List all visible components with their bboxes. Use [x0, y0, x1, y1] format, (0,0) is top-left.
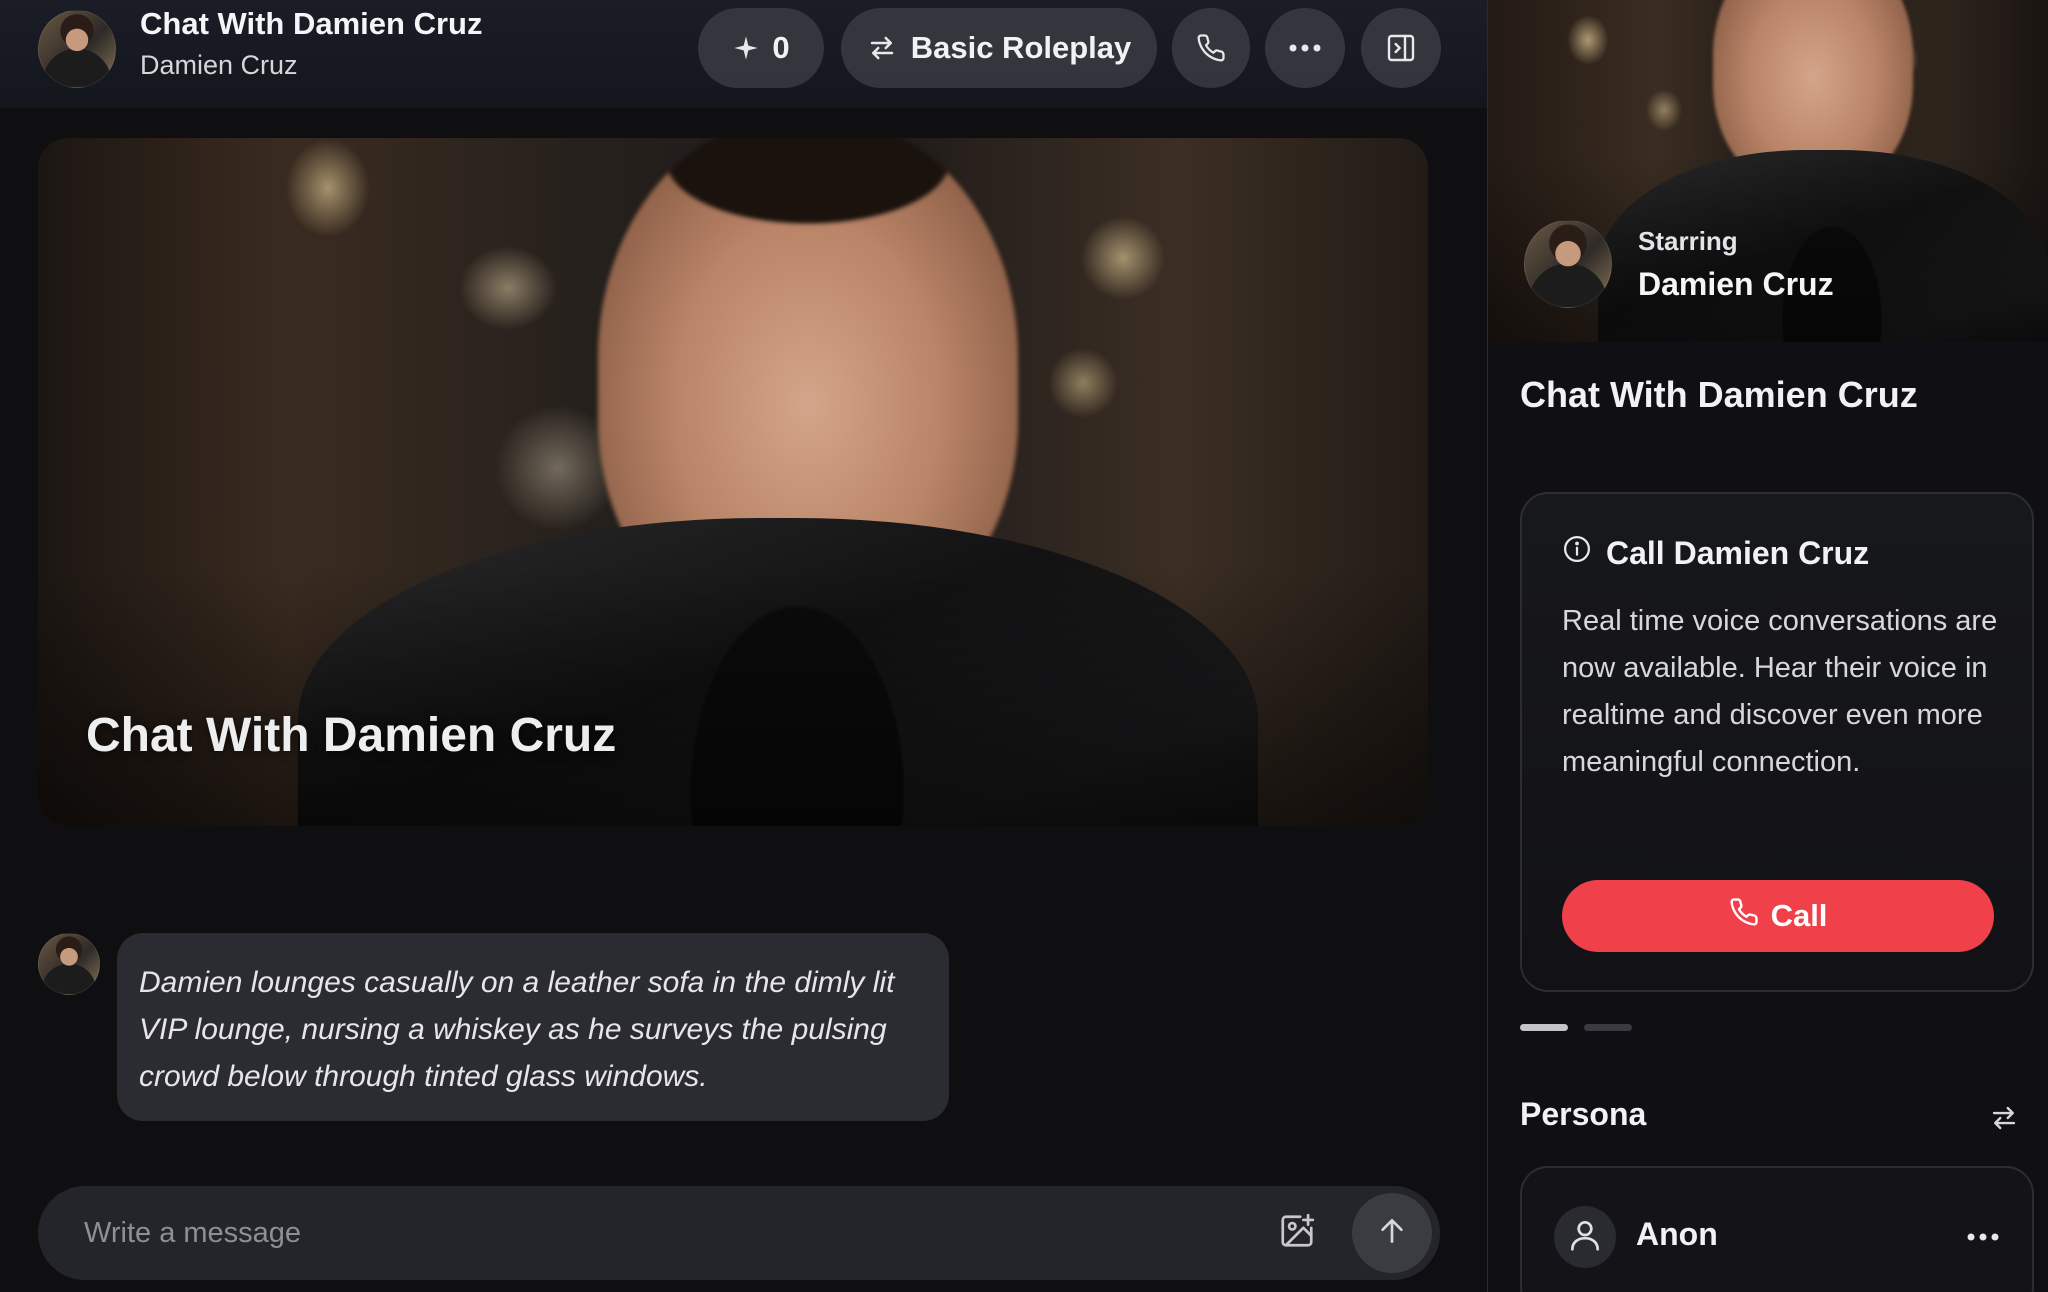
carousel-indicator [1520, 1024, 1632, 1031]
call-button[interactable]: Call [1562, 880, 1994, 952]
sidebar-banner-image: Starring Damien Cruz [1488, 0, 2048, 342]
hero-title: Chat With Damien Cruz [86, 709, 617, 762]
more-horizontal-icon [1288, 43, 1322, 53]
swap-arrows-icon [867, 33, 897, 63]
call-card-heading: Call Damien Cruz [1606, 534, 1870, 571]
toggle-sidebar-button[interactable] [1361, 8, 1441, 88]
roleplay-mode-label: Basic Roleplay [910, 30, 1132, 65]
swap-arrows-icon [1989, 1103, 2019, 1138]
carousel-dot[interactable] [1584, 1024, 1632, 1031]
starring-avatar[interactable] [1524, 220, 1612, 308]
character-hero-image: Chat With Damien Cruz [38, 138, 1428, 826]
app-root: Chat With Damien Cruz Damien Cruz 0 Basi… [0, 0, 2048, 1292]
message-avatar[interactable] [38, 933, 100, 995]
send-button[interactable] [1352, 1193, 1432, 1273]
character-name[interactable]: Damien Cruz [140, 50, 298, 81]
message-bubble: Damien lounges casually on a leather sof… [117, 933, 949, 1121]
call-promo-card: Call Damien Cruz Real time voice convers… [1520, 492, 2034, 992]
stars-count: 0 [772, 30, 790, 65]
persona-name: Anon [1636, 1216, 1718, 1252]
attach-image-button[interactable] [1274, 1210, 1320, 1256]
image-add-icon [1278, 1212, 1316, 1255]
more-options-button[interactable] [1265, 8, 1345, 88]
switch-persona-button[interactable] [1984, 1100, 2024, 1140]
message-input[interactable] [84, 1208, 1244, 1258]
sidebar-panel-icon [1385, 32, 1417, 64]
message-composer [38, 1186, 1440, 1280]
call-button-label: Call [1770, 898, 1828, 933]
chat-main: Chat With Damien Cruz Damien Cruz 0 Basi… [0, 0, 1487, 1292]
persona-avatar [1554, 1206, 1616, 1268]
more-horizontal-icon [1966, 1229, 2000, 1247]
voice-call-button[interactable] [1172, 8, 1250, 88]
top-bar: Chat With Damien Cruz Damien Cruz 0 Basi… [0, 0, 1487, 108]
character-sidebar: Starring Damien Cruz Chat With Damien Cr… [1488, 0, 2048, 1292]
info-circle-icon [1562, 534, 1592, 572]
chat-title: Chat With Damien Cruz [140, 6, 483, 41]
stars-button[interactable]: 0 [698, 8, 824, 88]
sidebar-title: Chat With Damien Cruz [1520, 374, 1918, 415]
roleplay-mode-button[interactable]: Basic Roleplay [841, 8, 1157, 88]
carousel-dot-active[interactable] [1520, 1024, 1568, 1031]
phone-icon [1729, 897, 1759, 935]
phone-icon [1196, 33, 1226, 63]
character-avatar[interactable] [38, 10, 116, 88]
arrow-up-icon [1376, 1215, 1408, 1252]
sparkle-icon [732, 34, 760, 62]
call-card-header: Call Damien Cruz [1562, 534, 1869, 572]
starring-label: Starring [1638, 226, 1738, 256]
persona-more-button[interactable] [1960, 1218, 2006, 1258]
call-card-description: Real time voice conversations are now av… [1562, 605, 1998, 778]
user-icon [1566, 1216, 1604, 1259]
persona-card[interactable]: Anon [1520, 1166, 2034, 1292]
starring-name[interactable]: Damien Cruz [1638, 266, 1834, 303]
persona-heading: Persona [1520, 1096, 1647, 1132]
